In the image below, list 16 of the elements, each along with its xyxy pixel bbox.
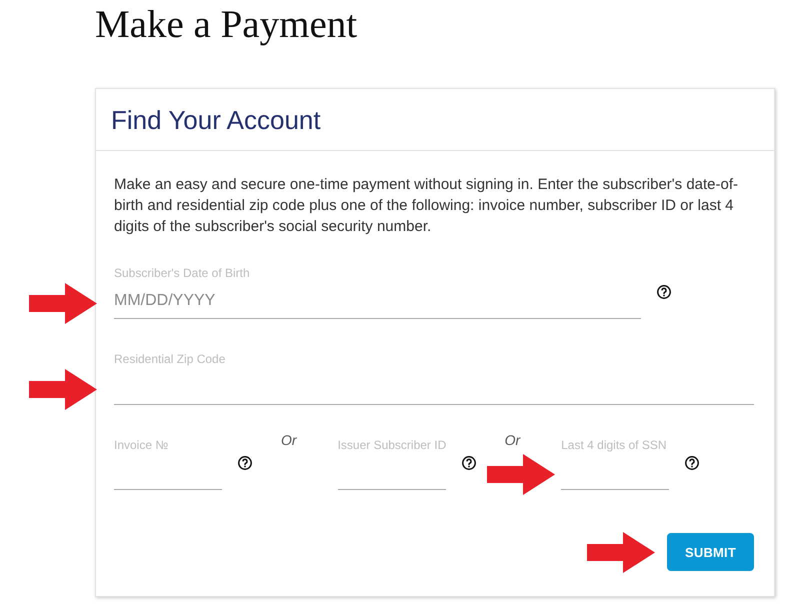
help-icon[interactable] <box>657 285 671 299</box>
field-label: Last 4 digits of SSN <box>561 438 668 452</box>
submit-button[interactable]: SUBMIT <box>667 533 754 571</box>
help-icon[interactable] <box>238 456 252 470</box>
help-icon[interactable] <box>685 456 700 470</box>
intro-text: Make an easy and secure one-time payment without signing in. Enter the subscriber's date-of-birth and residential zip code plus one of the following: invoice number, subscriber ID or last 4 digits of the subscriber's social security number. <box>114 175 740 237</box>
field-label: Subscriber's Date of Birth <box>114 266 251 280</box>
page-title: Make a Payment <box>95 2 358 48</box>
field-label: Issuer Subscriber ID <box>338 438 448 452</box>
field-label: Invoice № <box>114 438 170 452</box>
field-label: Residential Zip Code <box>114 352 226 366</box>
input-field[interactable]: MM/DD/YYYY <box>114 285 641 319</box>
or-label: Or <box>504 432 520 448</box>
card-title: Find Your Account <box>111 104 321 134</box>
or-label: Or <box>281 432 297 448</box>
help-icon[interactable] <box>462 456 476 470</box>
